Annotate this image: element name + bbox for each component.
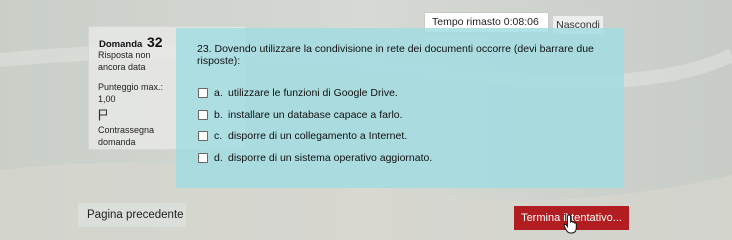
answer-text: installare un database capace a farlo. xyxy=(228,109,403,121)
finish-attempt-button[interactable]: Termina il tentativo... xyxy=(514,206,629,230)
question-panel: 23. Dovendo utilizzare la condivisione i… xyxy=(176,28,624,188)
answer-text: disporre di un sistema operativo aggiorn… xyxy=(228,152,433,164)
answer-option-a[interactable]: a. utilizzare le funzioni di Google Driv… xyxy=(198,86,398,100)
answer-letter: b. xyxy=(214,109,223,121)
answer-letter: d. xyxy=(214,152,223,164)
answer-checkbox[interactable] xyxy=(198,110,208,120)
flag-icon[interactable] xyxy=(98,109,108,121)
question-grade: Punteggio max.: 1,00 xyxy=(98,82,164,104)
answer-letter: c. xyxy=(214,130,223,142)
answer-letter: a. xyxy=(214,87,223,99)
answer-checkbox[interactable] xyxy=(198,153,208,163)
question-text: 23. Dovendo utilizzare la condivisione i… xyxy=(197,43,594,67)
answer-text: utilizzare le funzioni di Google Drive. xyxy=(228,87,398,99)
answer-checkbox[interactable] xyxy=(198,88,208,98)
answer-option-d[interactable]: d. disporre di un sistema operativo aggi… xyxy=(198,151,432,165)
answer-checkbox[interactable] xyxy=(198,131,208,141)
timer-value: 0:08:06 xyxy=(503,16,539,28)
timer-label: Tempo rimasto xyxy=(432,16,501,28)
answer-text: disporre di un collegamento a Internet. xyxy=(228,130,408,142)
question-number: Domanda 32 xyxy=(99,34,163,50)
answer-option-c[interactable]: c. disporre di un collegamento a Interne… xyxy=(198,129,407,143)
flag-question-link[interactable]: Contrassegna domanda xyxy=(98,124,178,148)
answer-option-b[interactable]: b. installare un database capace a farlo… xyxy=(198,108,403,122)
question-number-value: 32 xyxy=(146,34,163,50)
question-state: Risposta non ancora data xyxy=(98,50,151,72)
previous-page-button[interactable]: Pagina precedente xyxy=(78,203,186,227)
